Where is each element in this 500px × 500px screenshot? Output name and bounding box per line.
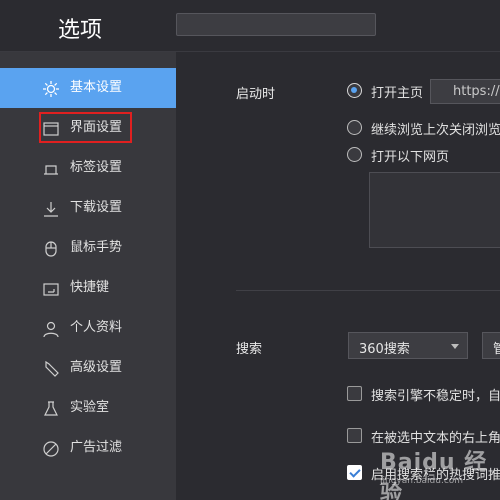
sidebar-item-basic-settings[interactable]: 基本设置 [0, 68, 176, 108]
chevron-down-icon [451, 344, 459, 349]
sidebar-item-ad-filter[interactable]: 广告过滤 [0, 428, 176, 468]
sidebar-item-advanced-settings[interactable]: 高级设置 [0, 348, 176, 388]
annotation-highlight-box [39, 112, 132, 143]
gear-icon [42, 80, 60, 98]
sidebar-item-profile[interactable]: 个人资料 [0, 308, 176, 348]
homepage-url-input[interactable]: https://h [430, 79, 500, 104]
checkbox-selected-text-search[interactable] [347, 428, 362, 443]
radio-continue-session-label: 继续浏览上次关闭浏览 [371, 123, 500, 138]
search-engine-value: 360搜索 [359, 342, 410, 357]
wrench-icon [42, 360, 60, 378]
checkbox-hot-search-words[interactable] [347, 465, 362, 480]
manage-search-engines-button[interactable]: 管 [482, 332, 500, 359]
sidebar-item-label: 实验室 [70, 400, 110, 415]
tab-icon [42, 160, 60, 178]
sidebar-item-label: 下载设置 [70, 200, 123, 215]
block-icon [42, 440, 60, 458]
sidebar-item-label: 高级设置 [70, 360, 123, 375]
radio-continue-session[interactable] [347, 120, 362, 135]
sidebar-item-tab-settings[interactable]: 标签设置 [0, 148, 176, 188]
startup-pages-textarea[interactable] [369, 172, 500, 248]
sidebar-item-label: 个人资料 [70, 320, 123, 335]
startup-label: 启动时 [236, 87, 276, 102]
radio-open-pages[interactable] [347, 147, 362, 162]
search-engine-select[interactable]: 360搜索 [348, 332, 468, 359]
sidebar-item-label: 标签设置 [70, 160, 123, 175]
settings-search-input[interactable] [176, 13, 376, 36]
sidebar-item-lab[interactable]: 实验室 [0, 388, 176, 428]
sidebar-item-mouse-gestures[interactable]: 鼠标手势 [0, 228, 176, 268]
search-label: 搜索 [236, 342, 263, 357]
sidebar-item-label: 广告过滤 [70, 440, 123, 455]
watermark-logo: Baidu 经验 [380, 450, 488, 500]
user-icon [42, 320, 60, 338]
sidebar-item-shortcuts[interactable]: 快捷键 [0, 268, 176, 308]
download-icon [42, 200, 60, 218]
section-divider [236, 290, 500, 291]
window-title: 选项 [58, 18, 103, 43]
flask-icon [42, 400, 60, 418]
sidebar-item-download-settings[interactable]: 下载设置 [0, 188, 176, 228]
radio-open-homepage[interactable] [347, 83, 362, 98]
checkbox-unstable-engine-label: 搜索引擎不稳定时，自 [371, 389, 500, 404]
keyboard-icon [42, 280, 60, 298]
title-bar: 选项 [0, 0, 500, 52]
sidebar-item-label: 基本设置 [70, 80, 123, 95]
watermark-url: jingyan.baidu.com [380, 476, 464, 486]
sidebar-item-label: 快捷键 [70, 280, 110, 295]
mouse-icon [42, 240, 60, 258]
radio-open-homepage-label: 打开主页 [371, 86, 424, 101]
sidebar-item-label: 鼠标手势 [70, 240, 123, 255]
radio-open-pages-label: 打开以下网页 [371, 150, 450, 165]
checkbox-unstable-engine[interactable] [347, 386, 362, 401]
